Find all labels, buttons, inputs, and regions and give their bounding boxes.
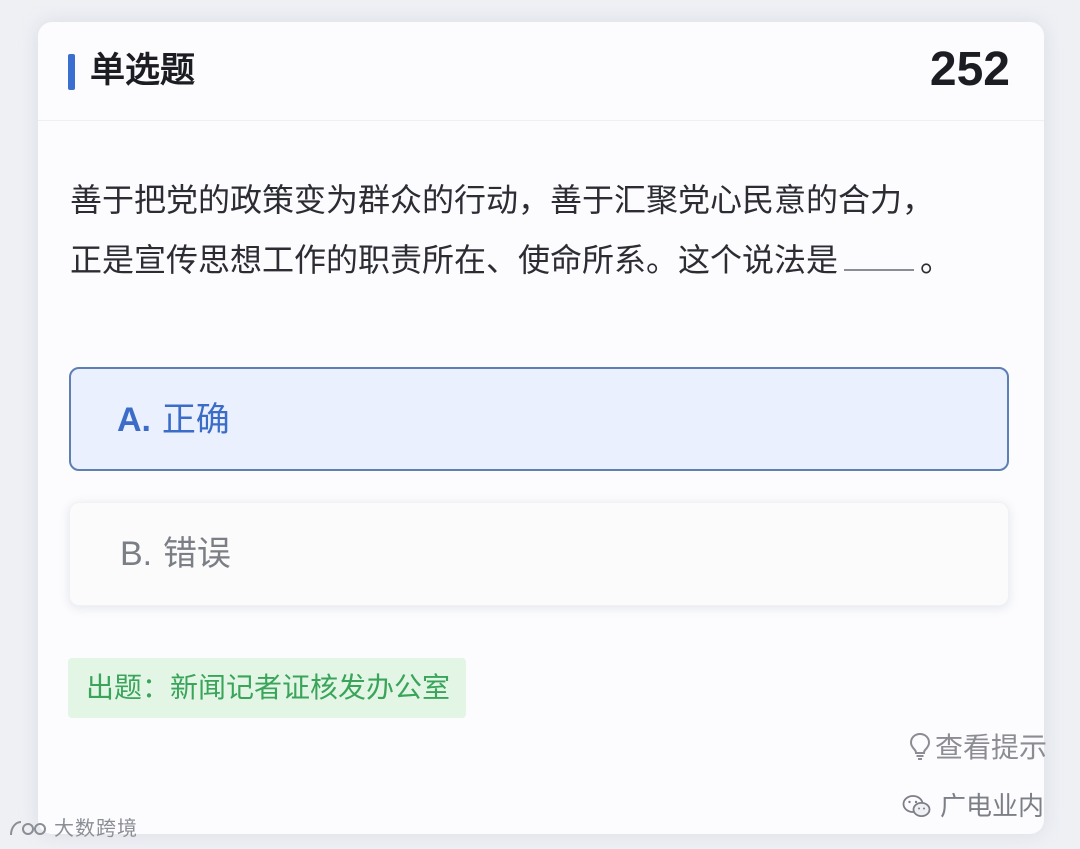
option-a[interactable]: A. 正确 xyxy=(69,367,1009,471)
watermark-right: 广电业内 xyxy=(902,786,1044,823)
question-card: 单选题 252 善于把党的政策变为群众的行动，善于汇聚党心民意的合力， 正是宣传… xyxy=(38,22,1044,834)
option-a-letter: A. xyxy=(117,401,151,439)
question-line-2-text: 正是宣传思想工作的职责所在、使命所系。这个说法是 xyxy=(70,241,839,279)
option-b-text: 错误 xyxy=(162,534,231,574)
option-b-letter: B. xyxy=(120,535,153,573)
watermark-left: 大数跨境 xyxy=(8,812,138,841)
watermark-right-text: 广电业内 xyxy=(939,792,1044,822)
watermark-left-text: 大数跨境 xyxy=(54,816,138,840)
option-b-content: B. 错误 xyxy=(120,527,231,581)
view-hint-label: 查看提示 xyxy=(934,731,1047,764)
question-line-2-end: 。 xyxy=(920,241,953,279)
option-b[interactable]: B. 错误 xyxy=(69,502,1009,606)
question-type-title: 单选题 xyxy=(90,51,196,91)
header-accent-bar xyxy=(68,54,75,90)
question-number: 252 xyxy=(929,43,1010,96)
lightbulb-icon xyxy=(909,732,930,760)
source-badge: 出题：新闻记者证核发办公室 xyxy=(68,658,467,718)
wechat-icon xyxy=(902,795,931,817)
option-a-text: 正确 xyxy=(161,400,230,440)
answer-blank xyxy=(844,235,915,271)
question-line-1: 善于把党的政策变为群众的行动，善于汇聚党心民意的合力， xyxy=(70,181,935,219)
question-line-2: 正是宣传思想工作的职责所在、使命所系。这个说法是 。 xyxy=(70,230,1020,290)
view-hint-link[interactable]: 查看提示 xyxy=(909,728,1047,768)
option-a-content: A. 正确 xyxy=(117,393,230,447)
logo-icon xyxy=(10,821,46,836)
question-text: 善于把党的政策变为群众的行动，善于汇聚党心民意的合力， 正是宣传思想工作的职责所… xyxy=(70,170,1020,290)
card-header: 单选题 252 xyxy=(38,22,1044,121)
